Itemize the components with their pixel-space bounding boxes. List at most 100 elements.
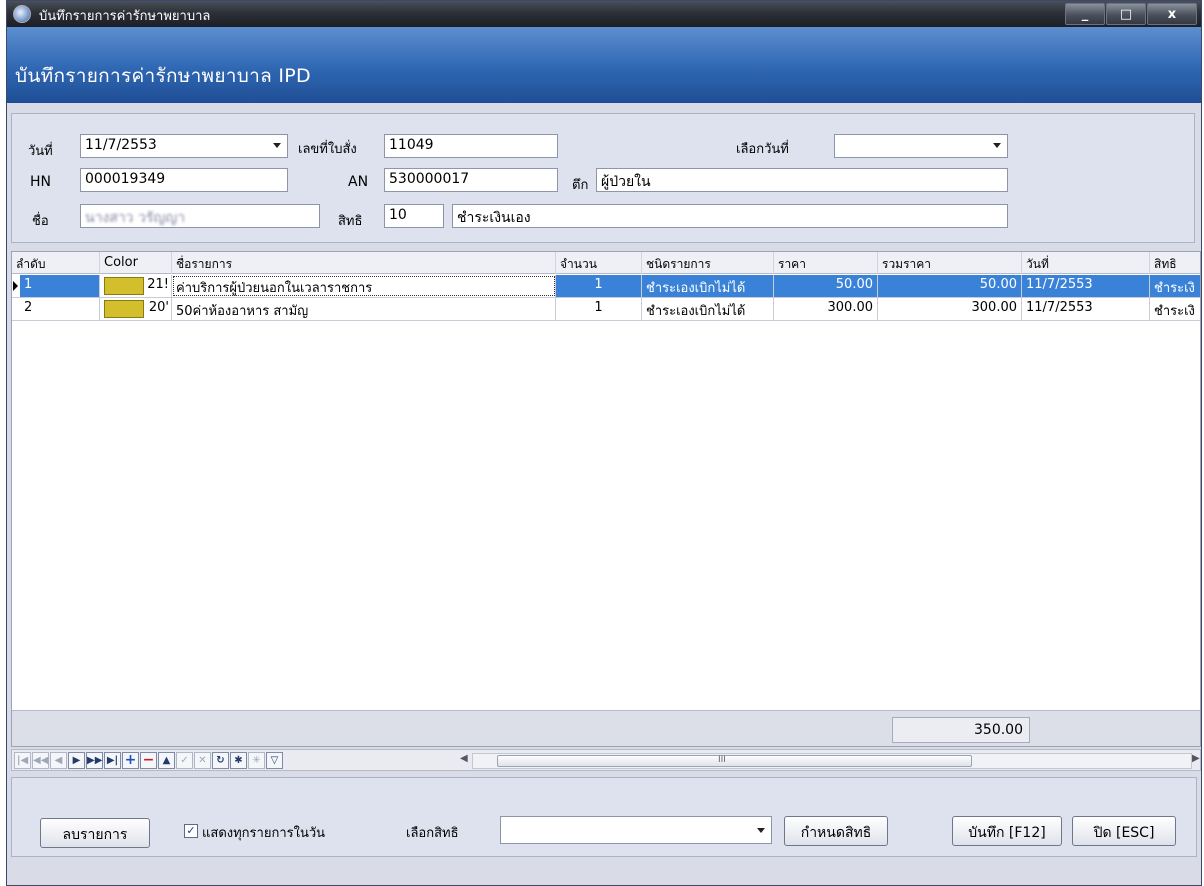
last-record-icon[interactable]: ▶| bbox=[104, 752, 121, 769]
cell-seq[interactable]: 2 bbox=[20, 298, 100, 320]
table-row[interactable]: 2 20' 50ค่าห้องอาหาร สามัญ 1 ชำระเองเบิก… bbox=[12, 298, 1200, 321]
hn-field[interactable]: 000019349 bbox=[80, 168, 288, 192]
main-window: บันทึกรายการค่ารักษาพยาบาล _ □ x บันทึกร… bbox=[6, 0, 1202, 886]
cell-price[interactable]: 50.00 bbox=[774, 275, 878, 297]
title-bar[interactable]: บันทึกรายการค่ารักษาพยาบาล _ □ x bbox=[7, 1, 1201, 27]
hn-label: HN bbox=[30, 174, 51, 190]
right-code-field[interactable]: 10 bbox=[384, 204, 444, 228]
next-page-icon[interactable]: ▶▶ bbox=[86, 752, 103, 769]
date-combo[interactable]: 11/7/2553 bbox=[80, 134, 288, 158]
grand-total: 350.00 bbox=[892, 717, 1030, 743]
cell-code: 21! bbox=[147, 277, 169, 292]
cell-total[interactable]: 50.00 bbox=[878, 275, 1022, 297]
chevron-down-icon[interactable] bbox=[993, 143, 1001, 148]
cell-seq[interactable]: 1 bbox=[20, 275, 100, 297]
cell-date[interactable]: 11/7/2553 bbox=[1022, 275, 1150, 297]
goto-bookmark-icon[interactable]: ✳ bbox=[248, 752, 265, 769]
close-button[interactable]: ปิด [ESC] bbox=[1072, 816, 1176, 846]
show-all-checkbox[interactable]: ✓ bbox=[184, 824, 198, 838]
col-right[interactable]: สิทธิ bbox=[1150, 252, 1200, 274]
close-window-button[interactable]: x bbox=[1147, 3, 1197, 25]
color-swatch bbox=[104, 277, 144, 295]
select-right-combo[interactable] bbox=[500, 816, 772, 844]
cancel-edit-icon[interactable]: ✕ bbox=[194, 752, 211, 769]
grid-header: ลำดับ Color ชื่อรายการ จำนวน ชนิดรายการ … bbox=[12, 252, 1200, 274]
refresh-icon[interactable]: ↻ bbox=[212, 752, 229, 769]
insert-record-icon[interactable]: + bbox=[122, 752, 139, 769]
name-label: ชื่อ bbox=[32, 214, 49, 229]
color-swatch bbox=[104, 300, 144, 318]
cell-item[interactable]: 50ค่าห้องอาหาร สามัญ bbox=[172, 298, 556, 320]
cell-color[interactable]: 21! bbox=[100, 275, 172, 297]
app-icon bbox=[13, 5, 31, 23]
post-edit-icon[interactable]: ✓ bbox=[176, 752, 193, 769]
bookmark-icon[interactable]: ✱ bbox=[230, 752, 247, 769]
cell-right[interactable]: ชำระเงิ bbox=[1150, 298, 1200, 320]
grid-footer: 350.00 bbox=[12, 710, 1200, 746]
first-record-icon[interactable]: |◀ bbox=[14, 752, 31, 769]
order-label: เลขที่ใบสั่ง bbox=[298, 142, 357, 157]
cell-total[interactable]: 300.00 bbox=[878, 298, 1022, 320]
horizontal-scrollbar[interactable]: III bbox=[472, 753, 1192, 769]
an-label: AN bbox=[348, 174, 369, 190]
scroll-thumb[interactable]: III bbox=[497, 755, 972, 767]
col-price[interactable]: ราคา bbox=[774, 252, 878, 274]
window-controls: _ □ x bbox=[1064, 3, 1197, 25]
chevron-down-icon[interactable] bbox=[757, 828, 765, 833]
cell-qty[interactable]: 1 bbox=[556, 298, 642, 320]
cell-color[interactable]: 20' bbox=[100, 298, 172, 320]
bottom-bar: ลบรายการ ✓ แสดงทุกรายการในวัน เลือกสิทธิ… bbox=[11, 777, 1197, 857]
date-label: วันที่ bbox=[28, 144, 53, 159]
cell-right[interactable]: ชำระเงิ bbox=[1150, 275, 1200, 297]
order-number-field[interactable]: 11049 bbox=[384, 134, 558, 158]
name-field[interactable]: นางสาว วรัญญา bbox=[80, 204, 320, 228]
col-type[interactable]: ชนิดรายการ bbox=[642, 252, 774, 274]
scroll-left-icon[interactable]: ◀ bbox=[460, 753, 468, 764]
cell-price[interactable]: 300.00 bbox=[774, 298, 878, 320]
items-grid[interactable]: ลำดับ Color ชื่อรายการ จำนวน ชนิดรายการ … bbox=[11, 251, 1201, 747]
patient-form: วันที่ 11/7/2553 เลขที่ใบสั่ง 11049 เลือ… bbox=[11, 113, 1195, 243]
patient-name-value: นางสาว วรัญญา bbox=[85, 210, 186, 226]
prev-record-icon[interactable]: ◀ bbox=[50, 752, 67, 769]
col-qty[interactable]: จำนวน bbox=[556, 252, 642, 274]
maximize-button[interactable]: □ bbox=[1106, 3, 1146, 25]
cell-date[interactable]: 11/7/2553 bbox=[1022, 298, 1150, 320]
delete-record-icon[interactable]: − bbox=[140, 752, 157, 769]
show-all-label: แสดงทุกรายการในวัน bbox=[202, 826, 326, 841]
edit-record-icon[interactable]: ▲ bbox=[158, 752, 175, 769]
next-record-icon[interactable]: ▶ bbox=[68, 752, 85, 769]
scroll-right-icon[interactable]: ▶ bbox=[1192, 753, 1200, 764]
pick-date-combo[interactable] bbox=[834, 134, 1008, 158]
grid-navigator: |◀ ◀◀ ◀ ▶ ▶▶ ▶| + − ▲ ✓ ✕ ↻ ✱ ✳ ▽ ◀ III … bbox=[11, 749, 1201, 771]
window-title: บันทึกรายการค่ารักษาพยาบาล bbox=[39, 9, 211, 24]
assign-right-button[interactable]: กำหนดสิทธิ bbox=[784, 816, 888, 846]
page-header: บันทึกรายการค่ารักษาพยาบาล IPD bbox=[7, 27, 1201, 103]
save-button[interactable]: บันทึก [F12] bbox=[952, 816, 1062, 846]
select-right-label: เลือกสิทธิ bbox=[406, 826, 459, 841]
row-indicator-icon bbox=[13, 281, 18, 291]
ward-label: ตึก bbox=[572, 178, 589, 193]
filter-icon[interactable]: ▽ bbox=[266, 752, 283, 769]
cell-code: 20' bbox=[148, 300, 169, 315]
minimize-button[interactable]: _ bbox=[1065, 3, 1105, 25]
ward-field[interactable]: ผู้ป่วยใน bbox=[596, 168, 1008, 192]
cell-type[interactable]: ชำระเองเบิกไม่ได้ bbox=[642, 298, 774, 320]
right-name-field[interactable]: ชำระเงินเอง bbox=[452, 204, 1008, 228]
cell-item[interactable]: ค่าบริการผู้ป่วยนอกในเวลาราชการ bbox=[172, 275, 556, 297]
scroll-grip: III bbox=[718, 755, 726, 765]
an-field[interactable]: 530000017 bbox=[384, 168, 558, 192]
pick-date-label: เลือกวันที่ bbox=[736, 142, 789, 157]
col-seq[interactable]: ลำดับ bbox=[12, 252, 100, 274]
cell-qty[interactable]: 1 bbox=[556, 275, 642, 297]
table-row[interactable]: 1 21! ค่าบริการผู้ป่วยนอกในเวลาราชการ 1 … bbox=[12, 275, 1200, 298]
col-date[interactable]: วันที่ bbox=[1022, 252, 1150, 274]
col-total[interactable]: รวมราคา bbox=[878, 252, 1022, 274]
date-value: 11/7/2553 bbox=[85, 137, 157, 153]
cell-type[interactable]: ชำระเองเบิกไม่ได้ bbox=[642, 275, 774, 297]
col-color[interactable]: Color bbox=[100, 252, 172, 274]
prev-page-icon[interactable]: ◀◀ bbox=[32, 752, 49, 769]
right-label: สิทธิ bbox=[338, 214, 363, 229]
col-item[interactable]: ชื่อรายการ bbox=[172, 252, 556, 274]
delete-item-button[interactable]: ลบรายการ bbox=[40, 818, 150, 848]
chevron-down-icon[interactable] bbox=[273, 143, 281, 148]
